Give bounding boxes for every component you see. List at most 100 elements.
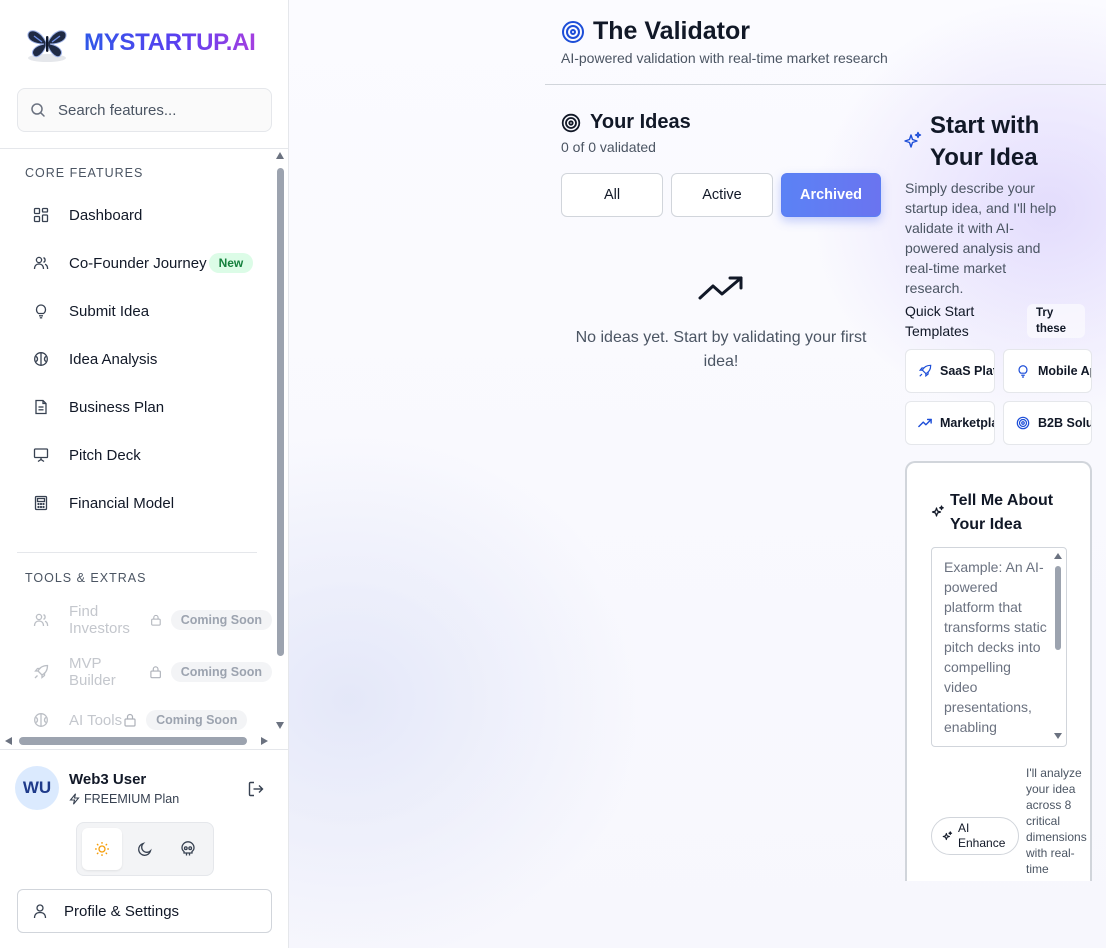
ai-enhance-button[interactable]: AI Enhance <box>931 817 1019 855</box>
coming-soon-badge: Coming Soon <box>170 610 272 630</box>
profile-settings-label: Profile & Settings <box>64 902 180 920</box>
lightning-icon <box>69 793 80 805</box>
moon-icon <box>138 842 152 856</box>
ai-enhance-label: AI Enhance <box>958 821 1006 850</box>
scroll-up-arrow-icon[interactable] <box>1054 553 1062 559</box>
brain-icon <box>34 713 48 727</box>
sidebar-vertical-scrollbar[interactable] <box>275 150 287 734</box>
target-icon <box>561 113 581 133</box>
section-title-tools: TOOLS & EXTRAS <box>25 571 147 585</box>
theme-dark-button[interactable] <box>125 828 165 870</box>
brand-name: MYSTARTUP.AI <box>84 29 256 56</box>
template-saas-button[interactable]: SaaS Platform <box>905 349 995 393</box>
presentation-icon <box>33 448 49 463</box>
page-subtitle: AI-powered validation with real-time mar… <box>561 50 888 66</box>
idea-textarea-placeholder: Example: An AI-powered platform that tra… <box>944 559 1047 735</box>
sidebar-item-co-founder-journey[interactable]: Co-Founder Journey New <box>17 243 272 283</box>
main-content: The Validator AI-powered validation with… <box>289 0 1106 948</box>
start-description: Simply describe your startup idea, and I… <box>905 180 1057 296</box>
template-label: B2B Solution <box>1038 416 1092 430</box>
idea-textarea[interactable]: Example: An AI-powered platform that tra… <box>931 547 1067 747</box>
scroll-up-arrow-icon[interactable] <box>276 152 284 159</box>
avatar[interactable]: WU <box>15 766 59 810</box>
butterfly-logo-icon <box>27 30 67 62</box>
sparkles-icon <box>904 131 922 148</box>
sidebar-item-idea-analysis[interactable]: Idea Analysis <box>17 339 272 379</box>
divider <box>545 84 1106 85</box>
users-icon <box>33 256 49 270</box>
document-icon <box>35 399 47 415</box>
analyze-note: I'll analyze your idea across 8 critical… <box>1026 766 1087 876</box>
sidebar-item-mvp-builder: MVP Builder Coming Soon <box>17 652 272 692</box>
profile-settings-button[interactable]: Profile & Settings <box>17 889 272 933</box>
template-label: Mobile App <box>1038 364 1091 378</box>
user-plan-label: FREEMIUM Plan <box>84 792 180 806</box>
sidebar-item-label: MVP Builder <box>69 655 116 689</box>
template-label: SaaS Platform <box>940 364 995 378</box>
sidebar-item-label: Idea Analysis <box>69 350 158 368</box>
logout-icon[interactable] <box>247 780 265 798</box>
sidebar-item-ai-tools: AI Tools Coming Soon <box>17 700 272 740</box>
card-title: Tell Me About Your Idea <box>950 492 1054 533</box>
rocket-icon <box>34 664 49 679</box>
template-mobile-button[interactable]: Mobile App <box>1003 349 1092 393</box>
section-title-core: CORE FEATURES <box>25 166 144 180</box>
user-name: Web3 User <box>69 771 147 788</box>
scrollbar-thumb[interactable] <box>1055 566 1061 650</box>
sidebar: MYSTARTUP.AI CORE FEATURES Dashboard Co-… <box>0 0 289 948</box>
divider <box>17 552 257 553</box>
page-title: The Validator <box>593 17 750 45</box>
template-marketplace-button[interactable]: Marketplace <box>905 401 995 445</box>
filter-all-button[interactable]: All <box>561 173 663 217</box>
sidebar-item-submit-idea[interactable]: Submit Idea <box>17 291 272 331</box>
theme-light-button[interactable] <box>82 828 122 870</box>
filter-active-button[interactable]: Active <box>671 173 773 217</box>
trending-up-icon <box>918 418 932 428</box>
sidebar-item-find-investors: Find Investors Coming Soon <box>17 600 272 640</box>
lock-icon <box>151 614 161 626</box>
brain-icon <box>34 352 48 366</box>
sidebar-item-label: Pitch Deck <box>69 446 141 464</box>
quick-start-hint: Try these <box>1027 304 1085 338</box>
start-title: Start with Your Idea <box>930 112 1040 171</box>
theme-switcher <box>76 822 214 876</box>
scroll-down-arrow-icon[interactable] <box>276 722 284 729</box>
search-icon <box>31 103 45 117</box>
lightbulb-icon <box>35 304 47 319</box>
scrollbar-thumb[interactable] <box>277 168 284 656</box>
users-icon <box>33 613 49 627</box>
sidebar-horizontal-scrollbar[interactable] <box>5 735 270 747</box>
trending-up-icon <box>698 276 743 300</box>
scroll-down-arrow-icon[interactable] <box>1054 733 1062 739</box>
textarea-scrollbar[interactable] <box>1053 550 1065 744</box>
theme-skull-button[interactable] <box>168 828 208 870</box>
sidebar-item-dashboard[interactable]: Dashboard <box>17 195 272 235</box>
sidebar-item-label: Dashboard <box>69 206 143 224</box>
sun-icon <box>95 842 109 856</box>
sidebar-item-pitch-deck[interactable]: Pitch Deck <box>17 435 272 475</box>
user-icon <box>33 904 47 919</box>
divider <box>0 749 288 750</box>
sidebar-item-financial-model[interactable]: Financial Model <box>17 483 272 523</box>
sidebar-item-label: Find Investors <box>69 603 130 637</box>
new-badge: New <box>208 253 254 273</box>
scrollbar-thumb[interactable] <box>19 737 247 745</box>
sidebar-item-label: Co-Founder Journey <box>69 254 207 272</box>
sidebar-item-label: AI Tools <box>69 711 123 729</box>
grid-icon <box>33 207 49 223</box>
scroll-right-arrow-icon[interactable] <box>261 737 268 745</box>
sidebar-item-label: Business Plan <box>69 398 165 416</box>
template-b2b-button[interactable]: B2B Solution <box>1003 401 1092 445</box>
target-icon <box>1016 416 1030 430</box>
calculator-icon <box>34 495 48 511</box>
search-box[interactable] <box>17 88 272 132</box>
sparkles-icon <box>931 505 944 517</box>
sidebar-item-business-plan[interactable]: Business Plan <box>17 387 272 427</box>
brand-logo[interactable]: MYSTARTUP.AI <box>24 22 256 64</box>
ideas-count: 0 of 0 validated <box>561 139 656 155</box>
scroll-left-arrow-icon[interactable] <box>5 737 12 745</box>
search-input[interactable] <box>58 101 248 119</box>
filter-archived-button[interactable]: Archived <box>781 173 881 217</box>
lock-icon <box>124 713 136 727</box>
idea-input-card: Tell Me About Your Idea Example: An AI-p… <box>905 461 1092 881</box>
